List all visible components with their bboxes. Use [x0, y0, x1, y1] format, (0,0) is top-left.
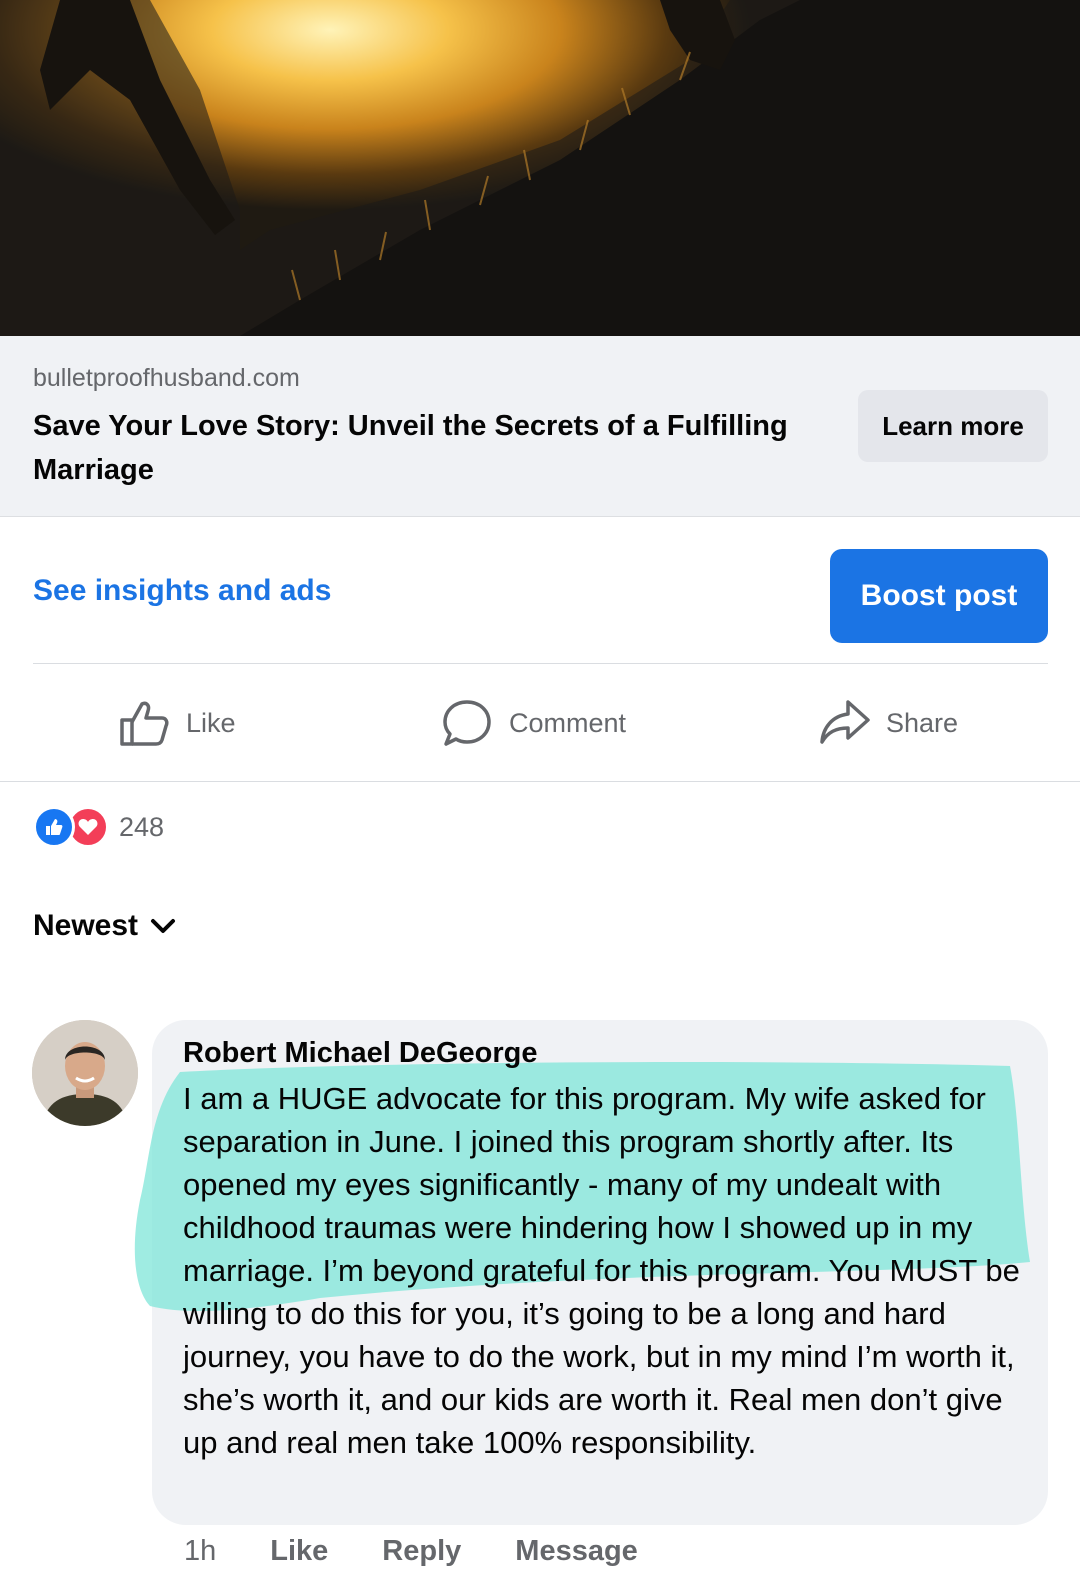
- share-label: Share: [886, 707, 959, 738]
- like-reaction-icon: [33, 806, 75, 848]
- comment-text: I am a HUGE advocate for this program. M…: [183, 1081, 1020, 1460]
- sort-label: Newest: [33, 909, 139, 942]
- divider: [0, 781, 1080, 782]
- link-domain: bulletproofhusband.com: [33, 364, 300, 392]
- comment-actions: 1h Like Reply Message: [184, 1535, 692, 1568]
- learn-more-button[interactable]: Learn more: [858, 390, 1048, 462]
- chevron-down-icon: [151, 919, 176, 933]
- sunset-silhouette-image: [0, 0, 1080, 336]
- comment-sort-dropdown[interactable]: Newest: [33, 909, 176, 943]
- like-label: Like: [186, 707, 236, 738]
- like-action-button[interactable]: Like: [118, 697, 236, 749]
- comment-action-button[interactable]: Comment: [441, 697, 626, 749]
- comment-timestamp[interactable]: 1h: [184, 1535, 216, 1568]
- comment-reply-button[interactable]: Reply: [382, 1535, 461, 1568]
- boost-post-button[interactable]: Boost post: [830, 549, 1048, 643]
- comment-message-button[interactable]: Message: [515, 1535, 638, 1568]
- reactions-summary[interactable]: 248: [33, 806, 164, 848]
- reaction-count: 248: [119, 811, 165, 842]
- divider: [33, 663, 1048, 664]
- see-insights-link[interactable]: See insights and ads: [33, 574, 331, 608]
- comment-label: Comment: [509, 707, 627, 738]
- share-action-button[interactable]: Share: [818, 697, 958, 749]
- comment-bubble-icon: [443, 700, 491, 746]
- comment-author[interactable]: Robert Michael DeGeorge: [183, 1037, 538, 1070]
- link-headline[interactable]: Save Your Love Story: Unveil the Secrets…: [33, 404, 833, 492]
- share-arrow-icon: [820, 700, 870, 744]
- thumbs-up-icon: [120, 701, 169, 746]
- post-image[interactable]: [0, 0, 1080, 336]
- comment-like-button[interactable]: Like: [270, 1535, 328, 1568]
- commenter-avatar[interactable]: [32, 1020, 138, 1126]
